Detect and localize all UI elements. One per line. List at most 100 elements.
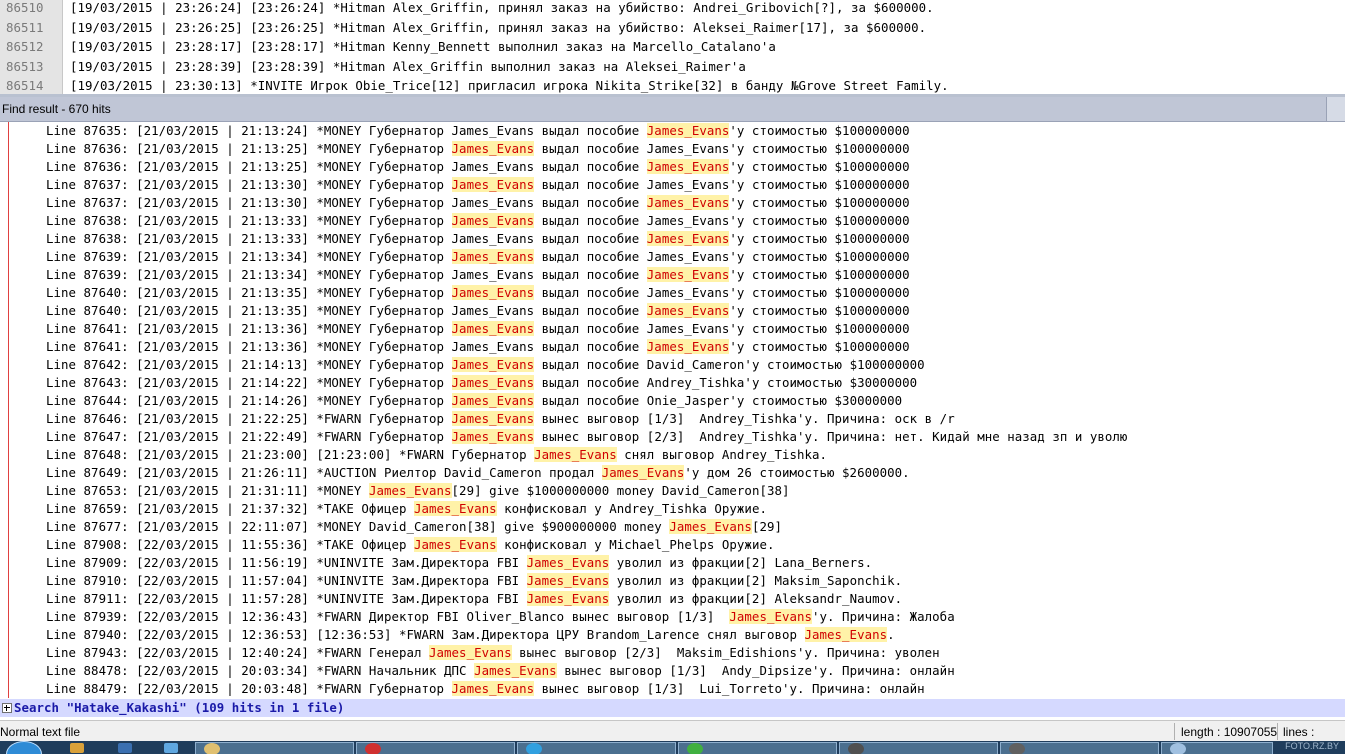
- result-line-text: *AUCTION Риелтор David_Cameron продал: [316, 465, 602, 480]
- result-line-text: 'у стоимостью $100000000: [729, 231, 910, 246]
- match-highlight: James_Evans: [451, 375, 535, 390]
- result-line-text: *MONEY Губернатор: [316, 357, 452, 372]
- result-line-prefix: Line 87641: [21/03/2015 | 21:13:36]: [46, 339, 317, 354]
- find-result-header: Find result - 670 hits: [0, 97, 1345, 122]
- line-number: 86511: [6, 19, 44, 35]
- result-line-text: выдал пособие James_Evans'у стоимостью $…: [534, 285, 910, 300]
- result-line-text: 'у дом 26 стоимостью $2600000.: [684, 465, 910, 480]
- result-line-text: [12:36:53] *FWARN Зам.Директора ЦРУ Bran…: [316, 627, 805, 642]
- floppy-icon[interactable]: [118, 743, 132, 753]
- result-line-prefix: Line 87649: [21/03/2015 | 21:26:11]: [46, 465, 317, 480]
- result-line-text: выдал пособие James_Evans'у стоимостью $…: [534, 141, 910, 156]
- match-highlight: James_Evans: [414, 537, 497, 552]
- result-line-text: *FWARN Начальник ДПС: [316, 663, 475, 678]
- find-result-list[interactable]: Line 87635: [21/03/2015 | 21:13:24] *MON…: [0, 122, 1345, 698]
- match-highlight: James_Evans: [451, 249, 535, 264]
- match-highlight: James_Evans: [474, 663, 557, 678]
- result-line-prefix: Line 87635: [21/03/2015 | 21:13:24]: [46, 123, 317, 138]
- editor-line-text[interactable]: [19/03/2015 | 23:26:24] [23:26:24] *Hitm…: [70, 0, 934, 18]
- taskbar-button[interactable]: [1000, 742, 1159, 754]
- match-highlight: James_Evans: [646, 231, 730, 246]
- result-line-text: 'у стоимостью $100000000: [729, 123, 910, 138]
- match-highlight: James_Evans: [451, 681, 535, 696]
- tree-connector-line: [8, 122, 9, 698]
- editor-line-text[interactable]: [19/03/2015 | 23:30:13] *INVITE Игрок Ob…: [70, 76, 949, 94]
- result-line-prefix: Line 87639: [21/03/2015 | 21:13:34]: [46, 249, 317, 264]
- folder-icon[interactable]: [70, 743, 84, 753]
- result-line-text: 'у стоимостью $100000000: [729, 339, 910, 354]
- editor-line-text[interactable]: [19/03/2015 | 23:26:25] [23:26:25] *Hitm…: [70, 18, 926, 38]
- result-line-text: *MONEY Губернатор: [316, 141, 452, 156]
- taskbar-button[interactable]: [356, 742, 515, 754]
- result-line-text: уволил из фракции[2] Maksim_Saponchik.: [609, 573, 903, 588]
- match-highlight: James_Evans: [729, 609, 813, 624]
- result-line-prefix: Line 87641: [21/03/2015 | 21:13:36]: [46, 321, 317, 336]
- result-line-prefix: Line 87640: [21/03/2015 | 21:13:35]: [46, 303, 317, 318]
- line-number: 86510: [6, 0, 44, 15]
- match-highlight: James_Evans: [526, 591, 610, 606]
- match-highlight: James_Evans: [451, 411, 535, 426]
- result-line-text: *MONEY Губернатор James_Evans выдал посо…: [316, 195, 647, 210]
- result-line-text: вынес выговор [1/3] Andy_Dipsize'у. Прич…: [556, 663, 955, 678]
- taskbar: FOTO.RZ.BY: [0, 741, 1345, 754]
- match-highlight: James_Evans: [451, 357, 535, 372]
- result-line-text: выдал пособие James_Evans'у стоимостью $…: [534, 177, 910, 192]
- result-line-prefix: Line 87911: [22/03/2015 | 11:57:28]: [46, 591, 317, 606]
- result-line-text: *MONEY Губернатор: [316, 213, 452, 228]
- result-line-text: *MONEY Губернатор James_Evans выдал посо…: [316, 303, 647, 318]
- result-line-text: *MONEY: [316, 483, 369, 498]
- result-line-text: вынес выговор [2/3] Andrey_Tishka'у. При…: [534, 429, 1128, 444]
- match-highlight: James_Evans: [451, 177, 535, 192]
- result-line-text: 'у стоимостью $100000000: [729, 195, 910, 210]
- match-highlight: James_Evans: [526, 573, 610, 588]
- result-line-prefix: Line 87939: [22/03/2015 | 12:36:43]: [46, 609, 317, 624]
- result-line-text: *MONEY David_Cameron[38] give $900000000…: [316, 519, 670, 534]
- match-highlight: James_Evans: [451, 141, 535, 156]
- result-line-text: [29] give $1000000000 money David_Camero…: [451, 483, 790, 498]
- result-line-prefix: Line 87677: [21/03/2015 | 22:11:07]: [46, 519, 317, 534]
- taskbar-button[interactable]: [678, 742, 837, 754]
- match-highlight: James_Evans: [451, 429, 535, 444]
- match-highlight: James_Evans: [414, 501, 497, 516]
- result-line-text: *UNINVITE Зам.Директора FBI: [316, 591, 527, 606]
- match-highlight: James_Evans: [429, 645, 512, 660]
- taskbar-button[interactable]: [1161, 742, 1273, 754]
- result-line-text: *MONEY Губернатор: [316, 249, 452, 264]
- result-line-text: *FWARN Директор FBI Oliver_Blanco вынес …: [316, 609, 730, 624]
- result-line-text: конфисковал у Michael_Phelps Оружие.: [496, 537, 775, 552]
- result-line-prefix: Line 87646: [21/03/2015 | 21:22:25]: [46, 411, 317, 426]
- editor-pane[interactable]: 86510 [19/03/2015 | 23:26:24] [23:26:24] …: [0, 0, 1345, 94]
- result-line-prefix: Line 87659: [21/03/2015 | 21:37:32]: [46, 501, 317, 516]
- match-highlight: James_Evans: [451, 213, 535, 228]
- result-line-prefix: Line 87908: [22/03/2015 | 11:55:36]: [46, 537, 317, 552]
- result-line-text: уволил из фракции[2] Lana_Berners.: [609, 555, 873, 570]
- editor-line-text[interactable]: [19/03/2015 | 23:28:39] [23:28:39] *Hitm…: [70, 57, 746, 77]
- editor-line-text[interactable]: [19/03/2015 | 23:28:17] [23:28:17] *Hitm…: [70, 37, 776, 57]
- result-line-text: *TAKE Офицер: [316, 501, 414, 516]
- taskbar-button[interactable]: [517, 742, 676, 754]
- taskbar-button[interactable]: [195, 742, 354, 754]
- search-group-row[interactable]: Search "Hatake_Kakashi" (109 hits in 1 f…: [0, 699, 1345, 717]
- search-group-label[interactable]: Search "Hatake_Kakashi" (109 hits in 1 f…: [14, 699, 344, 717]
- result-line-prefix: Line 87648: [21/03/2015 | 21:23:00]: [46, 447, 317, 462]
- result-line-text: *MONEY Губернатор James_Evans выдал посо…: [316, 123, 647, 138]
- taskbar-button[interactable]: [839, 742, 998, 754]
- match-highlight: James_Evans: [368, 483, 452, 498]
- result-line-prefix: Line 87643: [21/03/2015 | 21:14:22]: [46, 375, 317, 390]
- result-line-text: 'у стоимостью $100000000: [729, 159, 910, 174]
- match-highlight: James_Evans: [451, 285, 535, 300]
- result-line-text: вынес выговор [2/3] Maksim_Edishions'у. …: [511, 645, 940, 660]
- line-number: 86513: [6, 58, 44, 74]
- status-length: length : 10907055: [1181, 725, 1278, 739]
- result-line-prefix: Line 87647: [21/03/2015 | 21:22:49]: [46, 429, 317, 444]
- start-button-icon[interactable]: [6, 741, 42, 754]
- app-icon[interactable]: [164, 743, 178, 753]
- expand-plus-icon[interactable]: [2, 703, 12, 713]
- result-line-prefix: Line 87909: [22/03/2015 | 11:56:19]: [46, 555, 317, 570]
- result-line-text: 'у стоимостью $100000000: [729, 303, 910, 318]
- result-line-prefix: Line 87637: [21/03/2015 | 21:13:30]: [46, 177, 317, 192]
- find-header-scrollbar[interactable]: [1326, 97, 1345, 121]
- result-line-text: *TAKE Офицер: [316, 537, 414, 552]
- result-line-text: [21:23:00] *FWARN Губернатор: [316, 447, 535, 462]
- match-highlight: James_Evans: [646, 195, 730, 210]
